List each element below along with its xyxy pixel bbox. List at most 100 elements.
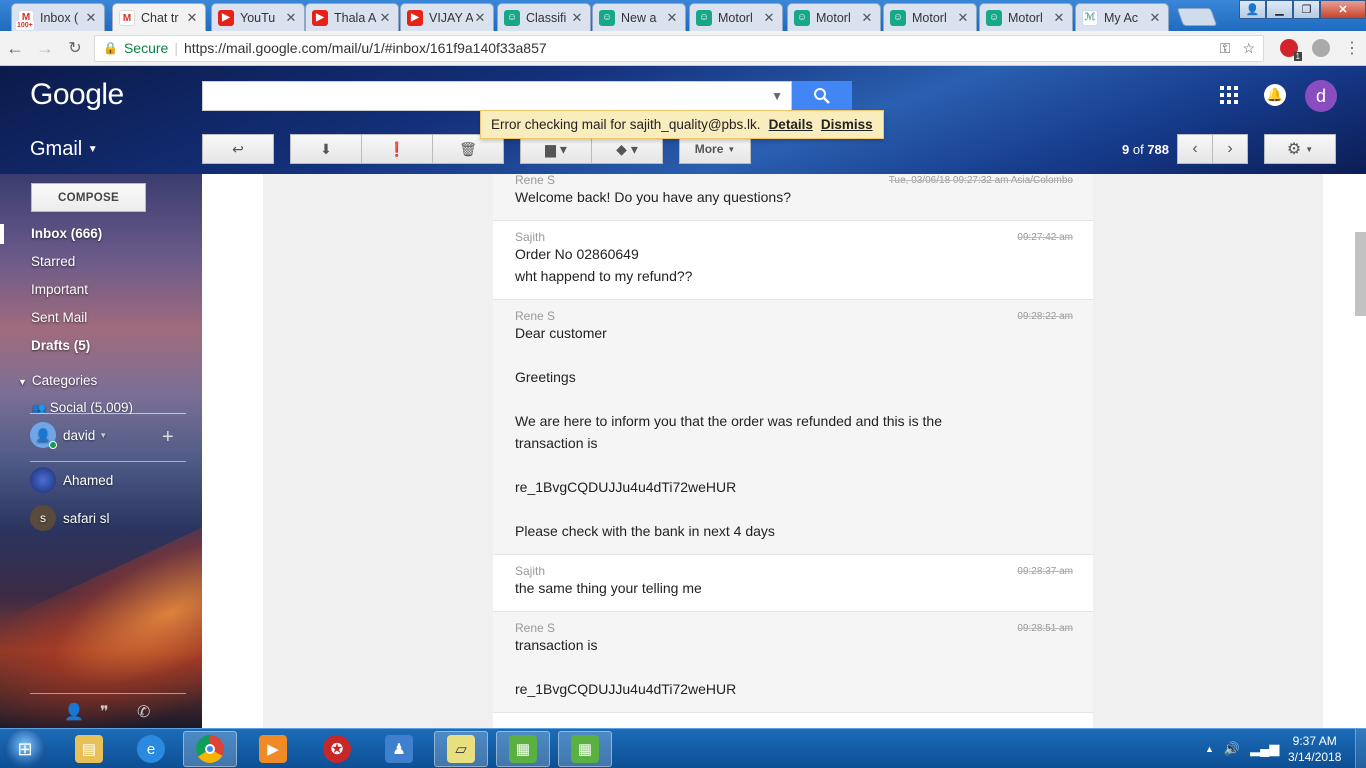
- browser-tab[interactable]: M Chat tr ✕: [112, 3, 206, 32]
- back-to-inbox-button[interactable]: ↩: [202, 134, 274, 164]
- extension-grey-icon[interactable]: [1312, 39, 1330, 57]
- browser-tab[interactable]: ☺ Motorl ✕: [689, 3, 783, 31]
- forward-icon[interactable]: →: [30, 38, 60, 59]
- left-gutter: [263, 174, 493, 728]
- network-icon[interactable]: ▂▄▆: [1250, 741, 1279, 757]
- close-tab-icon[interactable]: ✕: [378, 10, 392, 26]
- alert-dismiss-link[interactable]: Dismiss: [821, 117, 873, 132]
- report-spam-button[interactable]: ❗: [361, 134, 433, 164]
- hangouts-tab-icon[interactable]: ❞: [100, 702, 109, 722]
- browser-tab[interactable]: ▶ YouTu ✕: [211, 3, 305, 31]
- phone-tab-icon[interactable]: ✆: [137, 702, 150, 722]
- db-taskbar-button[interactable]: ▦: [496, 731, 550, 767]
- key-icon[interactable]: ⚿: [1220, 40, 1231, 57]
- notes-taskbar-button[interactable]: ▱: [434, 731, 488, 767]
- archive-button[interactable]: ⬇: [290, 134, 362, 164]
- browser-tab[interactable]: ▶ Thala A ✕: [305, 3, 399, 31]
- apps-grid-icon[interactable]: [1220, 86, 1238, 110]
- browser-tab[interactable]: ☺ Motorl ✕: [883, 3, 977, 31]
- ie-taskbar-button[interactable]: e: [124, 731, 178, 767]
- contact-name: Ahamed: [63, 472, 114, 488]
- contacts-tab-icon[interactable]: 👤: [64, 702, 84, 722]
- db2-taskbar-button[interactable]: ▦: [558, 731, 612, 767]
- browser-tab[interactable]: ▶ VIJAY A ✕: [400, 3, 494, 31]
- newer-button[interactable]: ‹: [1177, 134, 1213, 164]
- close-tab-icon[interactable]: ✕: [284, 10, 298, 26]
- close-tab-icon[interactable]: ✕: [860, 10, 874, 26]
- url-text: https://mail.google.com/mail/u/1/#inbox/…: [183, 40, 547, 56]
- close-tab-icon[interactable]: ✕: [84, 10, 98, 26]
- search-input[interactable]: ▼: [202, 81, 792, 111]
- browser-tab[interactable]: ☺ Classifi ✕: [497, 3, 591, 31]
- gear-icon: ⚙: [1286, 141, 1302, 158]
- close-tab-icon[interactable]: ✕: [1052, 10, 1066, 26]
- url-omnibox[interactable]: 🔒 Secure | https://mail.google.com/mail/…: [94, 34, 1264, 62]
- close-tab-icon[interactable]: ✕: [473, 10, 487, 26]
- browser-tab[interactable]: ☺ Motorl ✕: [787, 3, 881, 31]
- hangouts-me[interactable]: 👤 david ▼: [30, 422, 107, 449]
- scrollbar-thumb[interactable]: [1355, 232, 1366, 316]
- chrome-taskbar-button[interactable]: [183, 731, 237, 767]
- app-taskbar-button[interactable]: ✪: [310, 731, 364, 767]
- tab-badge: 100+: [16, 20, 34, 30]
- sidebar-item-drafts[interactable]: Drafts (5): [31, 338, 90, 353]
- sidebar-item-starred[interactable]: Starred: [31, 254, 75, 269]
- youtube-icon: ▶: [407, 9, 423, 26]
- close-tab-icon[interactable]: ✕: [1148, 10, 1162, 26]
- explorer-taskbar-button[interactable]: ▤: [62, 731, 116, 767]
- account-avatar[interactable]: d: [1305, 80, 1337, 112]
- browser-tab[interactable]: ☺ Motorl ✕: [979, 3, 1073, 31]
- message-line: wht happend to my refund??: [515, 268, 693, 284]
- alert-details-link[interactable]: Details: [769, 117, 813, 132]
- notifications-icon[interactable]: 🔔: [1264, 84, 1286, 106]
- app2-taskbar-button[interactable]: ♟: [372, 731, 426, 767]
- search-options-icon[interactable]: ▼: [771, 89, 783, 103]
- tray-expand-icon[interactable]: ▲: [1205, 744, 1214, 754]
- trash-icon: 🗑: [459, 140, 477, 157]
- minimize-button[interactable]: ▁: [1266, 0, 1293, 19]
- start-button[interactable]: ⊞: [4, 730, 46, 768]
- browser-tab[interactable]: M 100+ Inbox (✕: [11, 3, 105, 31]
- media-taskbar-button[interactable]: ▶: [246, 731, 300, 767]
- close-tab-icon[interactable]: ✕: [665, 10, 679, 26]
- show-desktop-button[interactable]: [1355, 729, 1366, 768]
- contact-ahamed[interactable]: Ahamed: [30, 467, 113, 493]
- plus-icon[interactable]: +: [162, 426, 174, 449]
- sidebar-item-important[interactable]: Important: [31, 282, 88, 297]
- close-tab-icon[interactable]: ✕: [570, 10, 584, 26]
- chat-message: Rene S Tue, 03/06/18 09:27:32 am Asia/Col…: [493, 174, 1093, 221]
- counter-of: of: [1132, 142, 1144, 157]
- volume-icon[interactable]: 🔊: [1224, 741, 1240, 757]
- extension-red-icon[interactable]: 1: [1280, 39, 1302, 61]
- search-button[interactable]: [792, 81, 852, 111]
- close-tab-icon[interactable]: ✕: [185, 10, 199, 26]
- divider: |: [174, 40, 178, 56]
- google-logo[interactable]: Google: [30, 78, 124, 112]
- browser-menu-icon[interactable]: ⋮: [1344, 38, 1360, 58]
- contact-safari[interactable]: s safari sl: [30, 505, 110, 531]
- sidebar-item-categories[interactable]: ▼ Categories: [18, 373, 97, 388]
- close-window-button[interactable]: ✕: [1320, 0, 1366, 19]
- database-icon: ▦: [509, 735, 537, 763]
- maximize-button[interactable]: ❐: [1293, 0, 1320, 19]
- back-icon[interactable]: ←: [0, 38, 30, 59]
- user-icon[interactable]: 👤: [1239, 0, 1266, 19]
- compose-button[interactable]: COMPOSE: [31, 183, 146, 212]
- reload-icon[interactable]: ↻: [60, 38, 90, 58]
- user-avatar: 👤: [30, 422, 57, 449]
- active-indicator: [0, 224, 4, 244]
- settings-button[interactable]: ⚙ ▼: [1264, 134, 1336, 164]
- close-tab-icon[interactable]: ✕: [762, 10, 776, 26]
- sidebar-item-inbox[interactable]: Inbox (666): [31, 226, 102, 241]
- close-tab-icon[interactable]: ✕: [956, 10, 970, 26]
- sidebar-item-sent[interactable]: Sent Mail: [31, 310, 87, 325]
- new-tab-button[interactable]: [1176, 8, 1218, 26]
- browser-tab[interactable]: ☺ New a ✕: [592, 3, 686, 31]
- sidebar-item-social[interactable]: 👥 Social (5,009): [32, 400, 133, 414]
- clock[interactable]: 9:37 AM 3/14/2018: [1288, 733, 1341, 765]
- older-button[interactable]: ›: [1212, 134, 1248, 164]
- gmail-menu[interactable]: Gmail ▼: [30, 138, 98, 161]
- browser-tab[interactable]: ℳ My Ac ✕: [1075, 3, 1169, 31]
- star-icon[interactable]: ☆: [1242, 40, 1255, 57]
- message-time: 09:28:22 am: [1017, 311, 1073, 322]
